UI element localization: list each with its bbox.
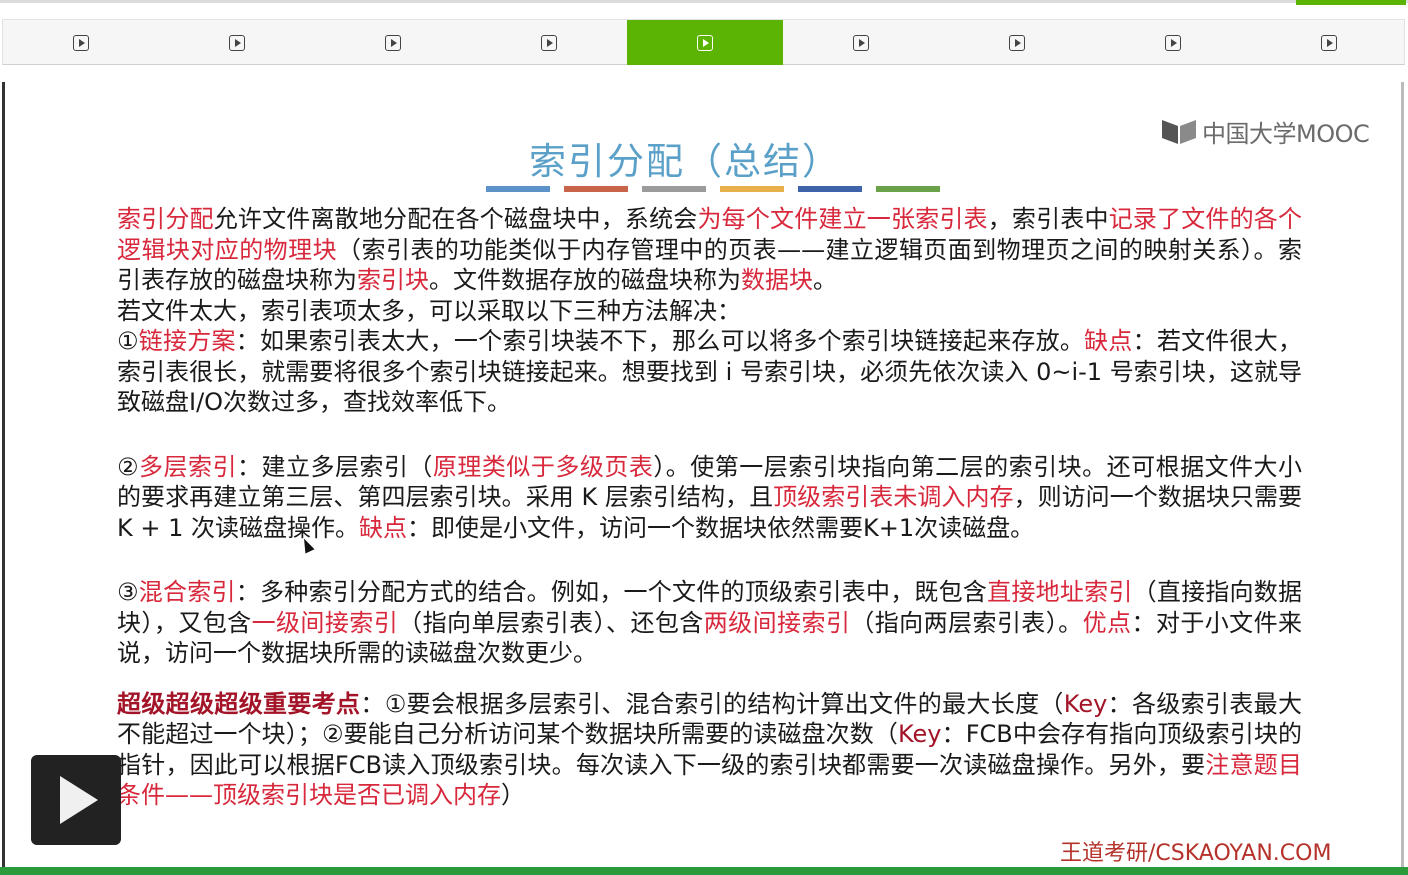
term-drawback: 缺点 — [1084, 327, 1133, 355]
mooc-logo-text: 中国大学MOOC — [1202, 119, 1370, 148]
slide-border-right — [1401, 82, 1404, 872]
nav-tab-5-active[interactable] — [627, 20, 783, 65]
highlight: 顶级索引表未调入内存 — [773, 483, 1014, 511]
term-drawback: 缺点 — [359, 513, 408, 542]
play-icon — [541, 34, 557, 51]
mooc-logo: 中国大学MOOC — [1160, 114, 1370, 148]
highlight: 原理类似于多级页表 — [432, 452, 654, 481]
nav-tab-8[interactable] — [1095, 20, 1251, 65]
video-play-button[interactable] — [31, 755, 121, 845]
play-icon — [1321, 34, 1337, 51]
text: ：①要会根据多层索引、混合索引的结构计算出文件的最大长度（ — [360, 689, 1064, 718]
title-bar — [564, 186, 628, 192]
paragraph-key-points: 超级超级超级重要考点：①要会根据多层索引、混合索引的结构计算出文件的最大长度（K… — [117, 689, 1302, 811]
play-icon — [229, 34, 245, 51]
term-index-block: 索引块 — [357, 266, 429, 294]
play-icon — [60, 776, 98, 824]
title-decoration-bars — [486, 186, 954, 192]
watermark: 王道考研/CSKAOYAN.COM — [1060, 841, 1332, 866]
highlight: 一级间接索引 — [251, 608, 399, 637]
text: ② — [117, 452, 140, 481]
text: ：即使是小文件，访问一个数据块依然需要K+1次读磁盘。 — [407, 513, 1035, 542]
text: ③ — [117, 578, 139, 606]
nav-tab-7[interactable] — [939, 20, 1095, 65]
highlight: 两级间接索引 — [703, 608, 851, 637]
play-icon — [1165, 34, 1181, 51]
nav-tab-2[interactable] — [159, 20, 315, 65]
mooc-logo-icon — [1160, 116, 1198, 146]
highlight: 直接地址索引 — [987, 578, 1133, 606]
paragraph-multilevel-index: ②多层索引：建立多层索引（原理类似于多级页表）。使第一层索引块指向第二层的索引块… — [117, 452, 1302, 544]
text: ：如果索引表太大，一个索引块装不下，那么可以将多个索引块链接起来存放。 — [235, 327, 1085, 355]
title-bar — [486, 186, 550, 192]
title-bar — [720, 186, 784, 192]
top-progress-accent — [1296, 0, 1406, 5]
text: ，索引表中 — [987, 205, 1109, 233]
paragraph-intro: 索引分配允许文件离散地分配在各个磁盘块中，系统会为每个文件建立一张索引表，索引表… — [117, 204, 1302, 296]
video-progress-bar[interactable] — [0, 867, 1408, 875]
key-label: Key — [897, 720, 942, 748]
play-icon — [697, 34, 713, 51]
term-multilevel-index: 多层索引 — [139, 452, 237, 481]
text: ：建立多层索引（ — [236, 452, 433, 481]
play-icon — [1009, 34, 1025, 51]
paragraph-mixed-index: ③混合索引：多种索引分配方式的结合。例如，一个文件的顶级索引表中，既包含直接地址… — [117, 577, 1302, 669]
term-linked-scheme: 链接方案 — [138, 327, 236, 355]
term-advantage: 优点 — [1082, 608, 1132, 637]
text: ：多种索引分配方式的结合。例如，一个文件的顶级索引表中，既包含 — [235, 578, 988, 606]
title-bar — [798, 186, 862, 192]
play-icon — [853, 34, 869, 51]
video-navigation-bar — [2, 19, 1405, 65]
play-icon — [385, 34, 401, 51]
text: （指向两层索引表）。 — [850, 608, 1083, 637]
play-icon — [73, 34, 89, 51]
text: ） — [501, 781, 525, 809]
slide-title: 索引分配（总结） — [529, 140, 841, 183]
key-label: Key — [1063, 689, 1108, 718]
text: （指向单层索引表）、还包含 — [398, 608, 704, 637]
text: 。 — [813, 266, 837, 294]
nav-tab-1[interactable] — [3, 20, 159, 65]
nav-tab-6[interactable] — [783, 20, 939, 65]
nav-tab-3[interactable] — [315, 20, 471, 65]
top-progress-track — [0, 0, 1408, 3]
term-data-block: 数据块 — [741, 266, 813, 294]
text: 允许文件离散地分配在各个磁盘块中，系统会 — [213, 205, 698, 233]
title-bar — [642, 186, 706, 192]
highlight: 为每个文件建立一张索引表 — [697, 205, 988, 233]
term-mixed-index: 混合索引 — [138, 578, 236, 606]
slide-border-left — [2, 82, 5, 872]
paragraph-linked-scheme: ①链接方案：如果索引表太大，一个索引块装不下，那么可以将多个索引块链接起来存放。… — [117, 326, 1302, 418]
term-index-allocation: 索引分配 — [117, 205, 214, 233]
key-points-label: 超级超级超级重要考点 — [117, 689, 361, 718]
nav-tab-4[interactable] — [471, 20, 627, 65]
text: ① — [117, 327, 139, 355]
slide-content: 索引分配允许文件离散地分配在各个磁盘块中，系统会为每个文件建立一张索引表，索引表… — [117, 204, 1302, 811]
text: 。文件数据存放的磁盘块称为 — [429, 266, 741, 294]
title-bar — [876, 186, 940, 192]
paragraph-methods-intro: 若文件太大，索引表项太多，可以采取以下三种方法解决： — [117, 296, 741, 325]
nav-tab-9[interactable] — [1251, 20, 1407, 65]
